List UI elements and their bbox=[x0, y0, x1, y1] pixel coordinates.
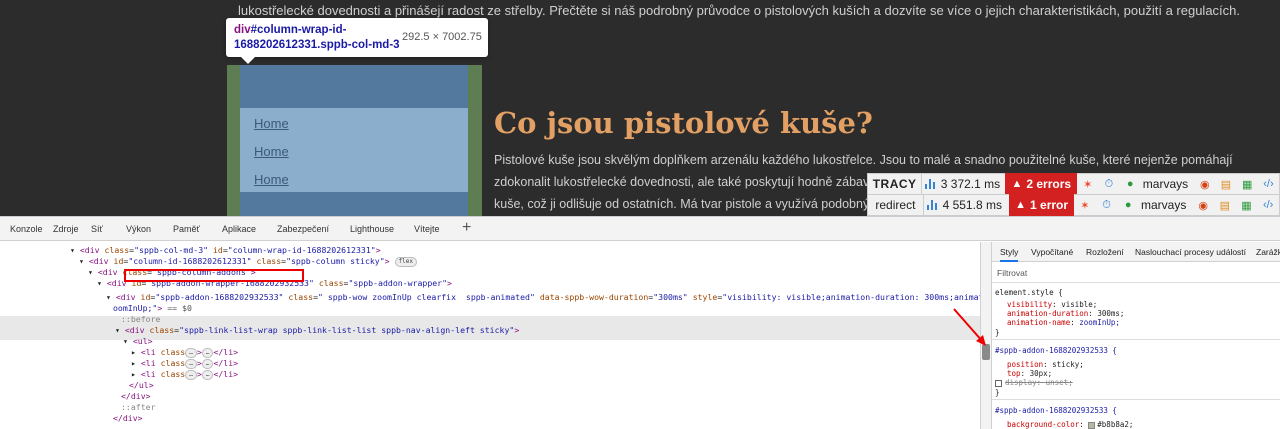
tab-breakpoints[interactable]: Zarážky bbox=[1256, 247, 1280, 257]
joomla-icon[interactable]: ✶ bbox=[1080, 176, 1095, 192]
tooltip-size: 292.5 × 7002.75 bbox=[402, 31, 482, 43]
property-checkbox[interactable] bbox=[995, 379, 1002, 387]
nav-link-home[interactable]: Home bbox=[254, 116, 289, 131]
annotation-arrow bbox=[953, 308, 986, 346]
user-icon[interactable]: ● bbox=[1120, 197, 1136, 213]
user-icon[interactable]: ● bbox=[1123, 176, 1138, 192]
stopwatch-icon[interactable]: ⏱ bbox=[1099, 197, 1115, 213]
dom-node-selected-cont: oomInUp;"> == $0 bbox=[113, 303, 192, 313]
css-rule-close: } bbox=[995, 328, 1000, 337]
css-selector[interactable]: element.style { bbox=[995, 288, 1063, 298]
tab-lighthouse[interactable]: Lighthouse bbox=[350, 224, 394, 234]
db-icon[interactable]: ▦ bbox=[1239, 197, 1255, 213]
tab-event-listeners[interactable]: Naslouchací procesy událostí bbox=[1135, 247, 1246, 257]
body-line: Pistolové kuše jsou skvělým doplňkem arz… bbox=[494, 153, 1233, 167]
pseudo-after[interactable]: ::after bbox=[121, 402, 156, 413]
tooltip-selector: div#column-wrap-id-1688202612331.sppb-co… bbox=[234, 23, 404, 53]
tab-network[interactable]: Síť bbox=[91, 224, 103, 234]
dom-node-selected[interactable]: ▾ <div id="sppb-addon-1688202932533" cla… bbox=[106, 292, 980, 303]
dom-close-ul[interactable]: </ul> bbox=[129, 380, 154, 391]
tab-performance[interactable]: Výkon bbox=[126, 224, 151, 234]
tracy-errors[interactable]: ▲ 1 error bbox=[1009, 194, 1075, 216]
globe-icon[interactable]: ◉ bbox=[1195, 197, 1211, 213]
color-swatch[interactable] bbox=[1088, 421, 1096, 429]
annotation-highlight-box bbox=[124, 269, 304, 282]
tooltip-tag: div bbox=[234, 24, 251, 36]
tracy-errors-text: 2 errors bbox=[1026, 177, 1072, 191]
code-icon[interactable]: ‹/› bbox=[1260, 197, 1276, 213]
tooltip-selector-text: #column-wrap-id-1688202612331.sppb-col-m… bbox=[234, 24, 400, 51]
styles-pane: Styly Vypočítané Rozložení Naslouchací p… bbox=[992, 242, 1280, 429]
css-rule-close: } bbox=[995, 388, 1000, 397]
dom-close-div[interactable]: </div> bbox=[113, 413, 143, 424]
sidebar-nav: Home Home Home bbox=[240, 108, 468, 192]
tracy-time[interactable]: 3 372.1 ms bbox=[939, 177, 1006, 191]
page-heading: Co jsou pistolové kuše? bbox=[494, 106, 873, 140]
inspect-tooltip: div#column-wrap-id-1688202612331.sppb-co… bbox=[226, 18, 488, 57]
body-line: kuše, což ji odlišuje od ostatních. Má t… bbox=[494, 197, 884, 211]
file-icon[interactable]: ▤ bbox=[1217, 197, 1233, 213]
tab-layout[interactable]: Rozložení bbox=[1086, 247, 1124, 257]
web-page-viewport: lukostřelecké dovednosti a přinášejí rad… bbox=[0, 0, 1280, 216]
dom-node[interactable]: ▾ <ul> bbox=[123, 336, 153, 347]
tab-console[interactable]: Konzole bbox=[10, 224, 43, 234]
dom-node-li[interactable]: ▸ <li class… >… </li> bbox=[131, 347, 238, 358]
tab-memory[interactable]: Paměť bbox=[173, 224, 200, 234]
tab-welcome[interactable]: Vítejte bbox=[414, 224, 440, 234]
tracy-bar-row: redirect 4 551.8 ms ▲ 1 error ✶ ⏱ ● marva… bbox=[867, 194, 1280, 216]
nav-link-home[interactable]: Home bbox=[254, 172, 289, 187]
dom-node-li[interactable]: ▸ <li class… >… </li> bbox=[131, 369, 238, 380]
add-tab-icon[interactable]: + bbox=[462, 219, 471, 237]
warning-icon: ▲ bbox=[1011, 178, 1023, 190]
dom-node[interactable]: ▾ <div class="sppb-col-md-3" id="column-… bbox=[70, 245, 381, 256]
intro-paragraph: lukostřelecké dovednosti a přinášejí rad… bbox=[238, 3, 1240, 18]
tab-computed[interactable]: Vypočítané bbox=[1031, 247, 1073, 257]
nav-link-home[interactable]: Home bbox=[254, 144, 289, 159]
stopwatch-icon[interactable]: ⏱ bbox=[1101, 176, 1116, 192]
tooltip-arrow bbox=[241, 57, 255, 64]
dom-node[interactable]: ▾ <div class="sppb-link-list-wrap sppb-l… bbox=[115, 325, 519, 336]
tracy-user[interactable]: marvays bbox=[1143, 177, 1188, 191]
css-selector[interactable]: #sppb-addon-1688202932533 { bbox=[995, 346, 1117, 356]
tracy-user[interactable]: marvays bbox=[1141, 198, 1186, 212]
file-icon[interactable]: ▤ bbox=[1218, 176, 1233, 192]
css-selector[interactable]: #sppb-addon-1688202932533 { bbox=[995, 406, 1117, 416]
body-line: zdokonalit lukostřelecké dovednosti, ale… bbox=[494, 175, 886, 189]
tab-sources[interactable]: Zdroje bbox=[53, 224, 79, 234]
pseudo-before[interactable]: ::before bbox=[121, 314, 160, 325]
css-declaration-disabled[interactable]: display: unset; bbox=[995, 378, 1073, 388]
dom-node[interactable]: ▾ <div id="column-id-1688202612331" clas… bbox=[79, 256, 417, 267]
joomla-icon[interactable]: ✶ bbox=[1077, 197, 1093, 213]
tracy-errors[interactable]: ▲ 2 errors bbox=[1005, 173, 1078, 195]
tracy-errors-text: 1 error bbox=[1030, 198, 1069, 212]
styles-filter-input[interactable]: Filtrovat bbox=[997, 268, 1027, 278]
globe-icon[interactable]: ◉ bbox=[1197, 176, 1212, 192]
tab-styles[interactable]: Styly bbox=[1000, 247, 1019, 262]
dom-node-li[interactable]: ▸ <li class… >… </li> bbox=[131, 358, 238, 369]
dom-close-div[interactable]: </div> bbox=[121, 391, 151, 402]
tab-application[interactable]: Aplikace bbox=[222, 224, 256, 234]
tracy-label[interactable]: redirect bbox=[868, 198, 923, 212]
tracy-time[interactable]: 4 551.8 ms bbox=[941, 198, 1010, 212]
css-declaration[interactable]: background-color: #b8b8a2; bbox=[1007, 420, 1133, 429]
devtools-panel: Konzole Zdroje Síť Výkon Paměť Aplikace … bbox=[0, 216, 1280, 429]
code-icon[interactable]: ‹/› bbox=[1261, 176, 1276, 192]
tab-security[interactable]: Zabezpečení bbox=[277, 224, 329, 234]
styles-tab-bar: Styly Vypočítané Rozložení Naslouchací p… bbox=[992, 242, 1280, 262]
tracy-bar-row: TRACY 3 372.1 ms ▲ 2 errors ✶ ⏱ ● marvays… bbox=[867, 173, 1280, 195]
css-declaration[interactable]: animation-name: zoomInUp; bbox=[1007, 318, 1120, 328]
db-icon[interactable]: ▦ bbox=[1240, 176, 1255, 192]
flex-badge[interactable]: flex bbox=[394, 256, 417, 267]
chart-bars-icon bbox=[925, 179, 936, 189]
tracy-label[interactable]: TRACY bbox=[868, 177, 921, 191]
chart-bars-icon bbox=[926, 200, 937, 210]
devtools-tab-bar: Konzole Zdroje Síť Výkon Paměť Aplikace … bbox=[0, 217, 1280, 241]
warning-icon: ▲ bbox=[1015, 199, 1027, 211]
